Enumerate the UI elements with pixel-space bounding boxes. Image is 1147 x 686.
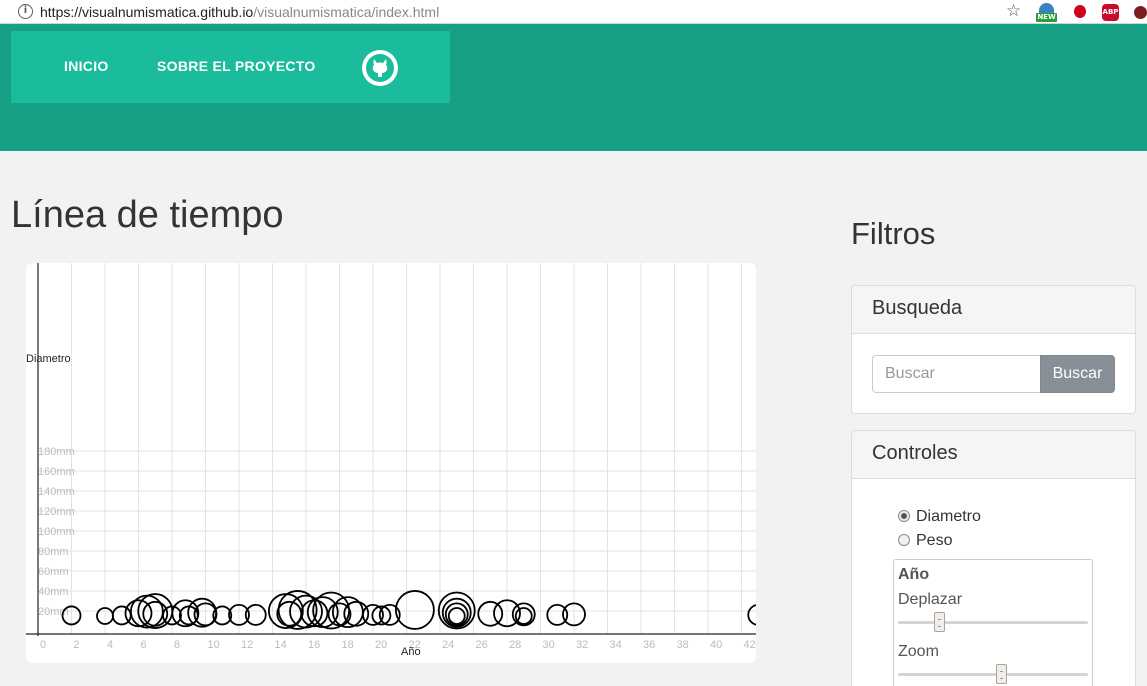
radio-peso[interactable]: Peso bbox=[898, 532, 952, 550]
search-input[interactable] bbox=[872, 355, 1040, 393]
x-tick-label: 20 bbox=[375, 639, 387, 651]
x-tick-label: 12 bbox=[241, 639, 253, 651]
x-tick-label: 10 bbox=[208, 639, 220, 651]
y-axis-label: Diametro bbox=[26, 353, 71, 365]
timeline-chart[interactable]: 0 2 4 6 8 10 12 14 16 18 20 22 24 26 28 30 32 34 36 38 40 42 2… bbox=[26, 263, 756, 663]
nav-sobre-link[interactable]: SOBRE EL PROYECTO bbox=[157, 58, 316, 74]
search-panel: Busqueda Buscar bbox=[851, 285, 1136, 414]
abp-icon[interactable]: ABP bbox=[1102, 3, 1119, 21]
controls-panel-heading: Controles bbox=[852, 431, 1135, 479]
zoom-label: Zoom bbox=[898, 643, 939, 660]
bug-shape bbox=[1074, 5, 1086, 18]
y-tick-label: 60mm bbox=[38, 566, 69, 578]
radio-diametro-label: Diametro bbox=[916, 508, 981, 525]
coin-point bbox=[514, 607, 533, 625]
pan-slider[interactable] bbox=[898, 612, 1088, 634]
x-tick-label: 42 bbox=[744, 639, 756, 651]
x-tick-label: 40 bbox=[710, 639, 722, 651]
radio-diametro[interactable]: Diametro bbox=[898, 508, 981, 526]
zoom-slider-thumb[interactable] bbox=[996, 664, 1008, 684]
x-tick-label: 16 bbox=[308, 639, 320, 651]
coin-point bbox=[447, 607, 466, 625]
search-button[interactable]: Buscar bbox=[1040, 355, 1115, 393]
year-title: Año bbox=[898, 566, 930, 583]
abp-label: ABP bbox=[1102, 4, 1119, 21]
radio-peso-label: Peso bbox=[916, 532, 953, 549]
zoom-slider[interactable] bbox=[898, 664, 1088, 686]
url-host: https://visualnumismatica.github.io bbox=[40, 4, 254, 20]
site-header: INICIO SOBRE EL PROYECTO bbox=[0, 24, 1147, 151]
x-tick-label: 24 bbox=[442, 639, 454, 651]
browser-url-bar[interactable]: i https://visualnumismatica.github.io/vi… bbox=[0, 0, 1147, 24]
y-tick-label: 80mm bbox=[38, 546, 69, 558]
bug-icon[interactable] bbox=[1071, 3, 1087, 21]
pan-slider-track[interactable] bbox=[898, 621, 1088, 624]
y-tick-label: 120mm bbox=[38, 506, 75, 518]
controls-panel: Controles Diametro Peso Año Deplazar Zoo… bbox=[851, 430, 1136, 686]
site-info-icon[interactable]: i bbox=[18, 4, 33, 19]
y-tick-label: 180mm bbox=[38, 446, 75, 458]
zoom-slider-track[interactable] bbox=[898, 673, 1088, 676]
url-text[interactable]: https://visualnumismatica.github.io/visu… bbox=[40, 4, 439, 20]
radio-diametro-dot[interactable] bbox=[898, 510, 910, 522]
x-tick-label: 2 bbox=[74, 639, 80, 651]
new-badge: NEW bbox=[1036, 13, 1057, 22]
radio-peso-dot[interactable] bbox=[898, 534, 910, 546]
x-tick-label: 4 bbox=[107, 639, 113, 651]
url-path: /visualnumismatica/index.html bbox=[253, 4, 440, 20]
extension-icon[interactable] bbox=[1134, 3, 1147, 21]
y-tick-label: 40mm bbox=[38, 586, 69, 598]
x-tick-label: 18 bbox=[342, 639, 354, 651]
filters-title: Filtros bbox=[851, 216, 936, 251]
extension-shape bbox=[1134, 6, 1147, 19]
nav-bar: INICIO SOBRE EL PROYECTO bbox=[11, 31, 450, 103]
pan-label: Deplazar bbox=[898, 591, 963, 608]
y-tick-label: 160mm bbox=[38, 466, 75, 478]
new-globe-icon[interactable]: NEW bbox=[1036, 3, 1058, 22]
x-tick-label: 8 bbox=[174, 639, 180, 651]
x-tick-label: 36 bbox=[643, 639, 655, 651]
page-title: Línea de tiempo bbox=[11, 194, 284, 236]
chart-svg[interactable]: 0 2 4 6 8 10 12 14 16 18 20 22 24 26 28 30 32 34 36 38 40 422… bbox=[26, 263, 756, 663]
nav-inicio-link[interactable]: INICIO bbox=[64, 58, 109, 74]
x-tick-label: 34 bbox=[610, 639, 622, 651]
x-tick-label: 26 bbox=[476, 639, 488, 651]
bookmark-star-icon[interactable]: ☆ bbox=[1006, 1, 1021, 21]
x-tick-label: 14 bbox=[275, 639, 287, 651]
x-tick-label: 28 bbox=[509, 639, 521, 651]
year-controls: Año Deplazar Zoom bbox=[893, 559, 1093, 686]
coin-point bbox=[343, 600, 370, 627]
x-tick-label: 0 bbox=[40, 639, 46, 651]
coin-point bbox=[747, 604, 756, 626]
x-axis-label: Año bbox=[401, 646, 421, 658]
github-cat-icon bbox=[372, 59, 388, 77]
y-tick-label: 100mm bbox=[38, 526, 75, 538]
x-tick-label: 6 bbox=[141, 639, 147, 651]
github-icon[interactable] bbox=[362, 50, 398, 86]
pan-slider-thumb[interactable] bbox=[933, 612, 945, 632]
x-tick-label: 30 bbox=[543, 639, 555, 651]
y-tick-label: 140mm bbox=[38, 486, 75, 498]
coin-point bbox=[394, 590, 435, 630]
search-panel-heading: Busqueda bbox=[852, 286, 1135, 334]
x-tick-label: 32 bbox=[576, 639, 588, 651]
x-tick-label: 38 bbox=[677, 639, 689, 651]
